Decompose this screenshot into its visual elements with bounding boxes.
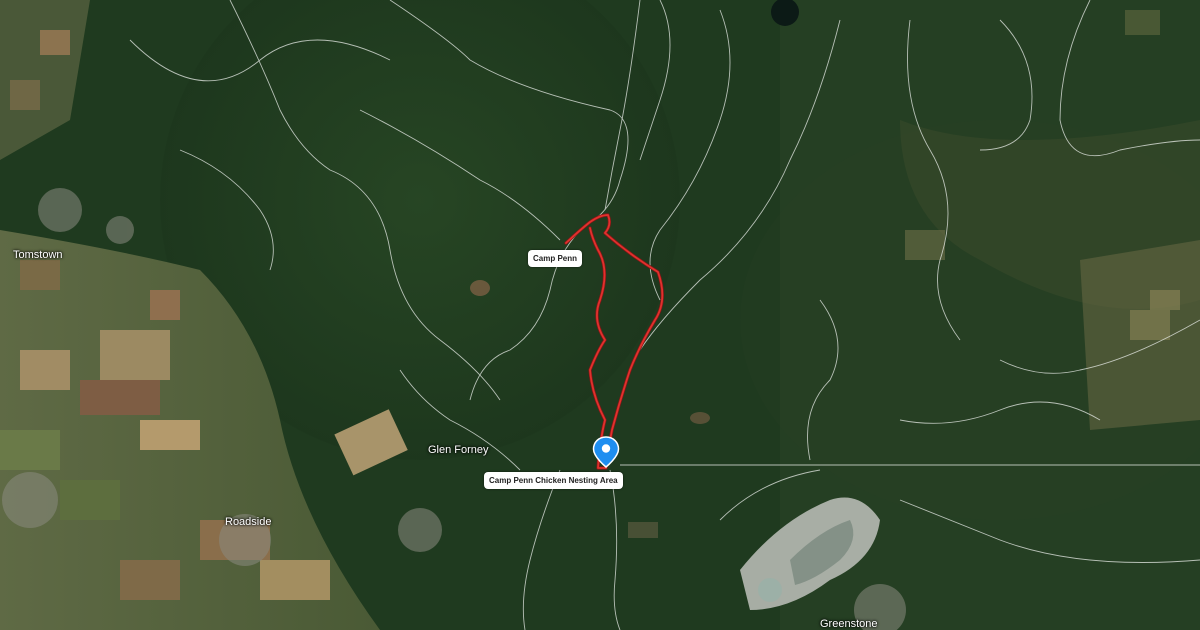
place-label-greenstone: Greenstone (820, 618, 878, 630)
place-label-tomstown: Tomstown (13, 249, 63, 261)
callout-camp-penn[interactable]: Camp Penn (528, 250, 583, 267)
callout-nesting-area[interactable]: Camp Penn Chicken Nesting Area (484, 472, 623, 489)
satellite-imagery (0, 0, 1200, 630)
place-label-roadside: Roadside (225, 516, 272, 528)
map-view[interactable]: Tomstown Glen Forney Roadside Greenstone… (0, 0, 1200, 630)
location-pin-icon[interactable] (592, 436, 620, 468)
place-label-glen-forney: Glen Forney (428, 444, 489, 456)
